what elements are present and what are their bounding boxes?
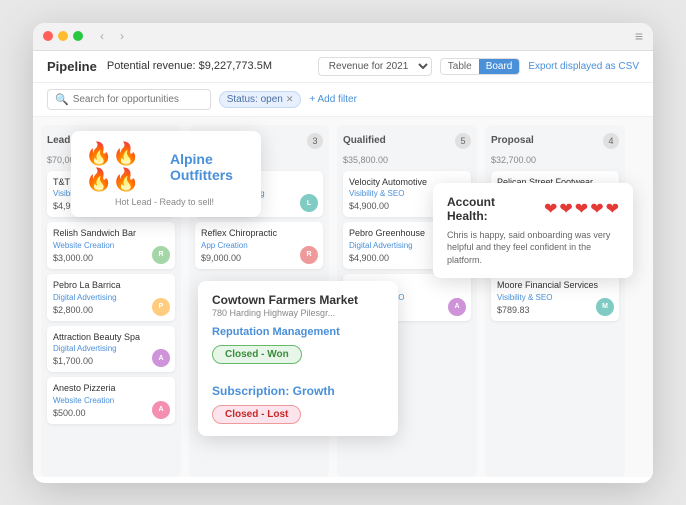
view-toggle: Table Board [440,58,521,75]
export-link[interactable]: Export displayed as CSV [528,61,639,72]
heart-5: ❤ [606,199,619,219]
avatar: P [152,298,170,316]
col-title-lead: Lead [47,135,70,146]
dot-red[interactable] [43,31,53,41]
table-view-btn[interactable]: Table [441,59,479,74]
avatar: M [596,298,614,316]
tooltip-account: Account Health: ❤ ❤ ❤ ❤ ❤ Chris is happy… [433,183,633,279]
browser-window: ‹ › ≡ Pipeline Potential revenue: $9,227… [33,23,653,483]
add-filter-btn[interactable]: + Add filter [309,94,357,105]
card-lead-3[interactable]: Pebro La Barrica Digital Advertising $2,… [47,274,175,321]
status-badge-close[interactable]: ✕ [286,94,294,105]
forward-icon[interactable]: › [115,29,129,43]
card-lead-5[interactable]: Anesto Pizzeria Website Creation $500.00… [47,377,175,424]
search-input[interactable] [73,94,203,105]
heart-4: ❤ [590,199,603,219]
avatar: A [152,401,170,419]
potential-revenue-label: Potential revenue: $9,227,773.5M [107,60,272,72]
avatar: R [300,246,318,264]
browser-nav: ‹ › [95,29,129,43]
col-title-qualified: Qualified [343,135,386,146]
cowtown-title: Cowtown Farmers Market [212,293,384,307]
status-filter-badge[interactable]: Status: open ✕ [219,91,302,108]
card-lead-4[interactable]: Attraction Beauty Spa Digital Advertisin… [47,326,175,373]
tooltip-alpine: 🔥🔥🔥🔥 Alpine Outfitters Hot Lead - Ready … [71,131,261,217]
badge-closed-lost: Closed - Lost [212,405,301,424]
col-title-proposal: Proposal [491,135,534,146]
card-contact-2[interactable]: Reflex Chiropractic App Creation $9,000.… [195,222,323,269]
avatar: A [448,298,466,316]
card-lead-2[interactable]: Relish Sandwich Bar Website Creation $3,… [47,222,175,269]
alpine-name: Alpine Outfitters [170,151,247,183]
cowtown-address: 780 Harding Highway Pilesgr... [212,308,384,318]
filter-bar: 🔍 Status: open ✕ + Add filter [33,83,653,117]
dot-yellow[interactable] [58,31,68,41]
col-header-proposal: Proposal 4 [491,133,619,149]
search-icon: 🔍 [55,93,69,106]
avatar: R [152,246,170,264]
browser-dots [43,31,83,41]
dot-green[interactable] [73,31,83,41]
heart-2: ❤ [559,199,572,219]
account-health-text: Chris is happy, said onboarding was very… [447,229,619,267]
menu-icon[interactable]: ≡ [635,28,643,44]
cowtown-title2: Subscription: Growth [212,384,384,398]
cowtown-service: Reputation Management [212,326,384,338]
col-total-qualified: $35,800.00 [343,155,471,165]
alpine-sub: Hot Lead - Ready to sell! [115,197,247,207]
revenue-select[interactable]: Revenue for 2021 [318,57,432,76]
col-count-qualified: 5 [455,133,471,149]
hearts-rating: ❤ ❤ ❤ ❤ ❤ [544,199,619,219]
col-total-proposal: $32,700.00 [491,155,619,165]
alpine-header: 🔥🔥🔥🔥 Alpine Outfitters [85,141,247,193]
app-header: Pipeline Potential revenue: $9,227,773.5… [33,51,653,83]
search-box[interactable]: 🔍 [47,89,211,110]
heart-1: ❤ [544,199,557,219]
browser-titlebar: ‹ › ≡ [33,23,653,51]
col-count-contact: 3 [307,133,323,149]
pipeline-title: Pipeline [47,59,97,74]
kanban-col-proposal: Proposal 4 $32,700.00 Pelican Street Foo… [485,125,625,477]
fire-icon: 🔥🔥🔥🔥 [85,141,162,193]
back-icon[interactable]: ‹ [95,29,109,43]
heart-3: ❤ [575,199,588,219]
header-right: Revenue for 2021 Table Board Export disp… [318,57,639,76]
col-count-proposal: 4 [603,133,619,149]
account-health-header: Account Health: ❤ ❤ ❤ ❤ ❤ [447,195,619,223]
col-header-qualified: Qualified 5 [343,133,471,149]
card-proposal-3[interactable]: Moore Financial Services Visibility & SE… [491,274,619,321]
badge-closed-won: Closed - Won [212,345,302,364]
account-health-title: Account Health: [447,195,538,223]
board-view-btn[interactable]: Board [479,59,520,74]
tooltip-cowtown: Cowtown Farmers Market 780 Harding Highw… [198,281,398,436]
